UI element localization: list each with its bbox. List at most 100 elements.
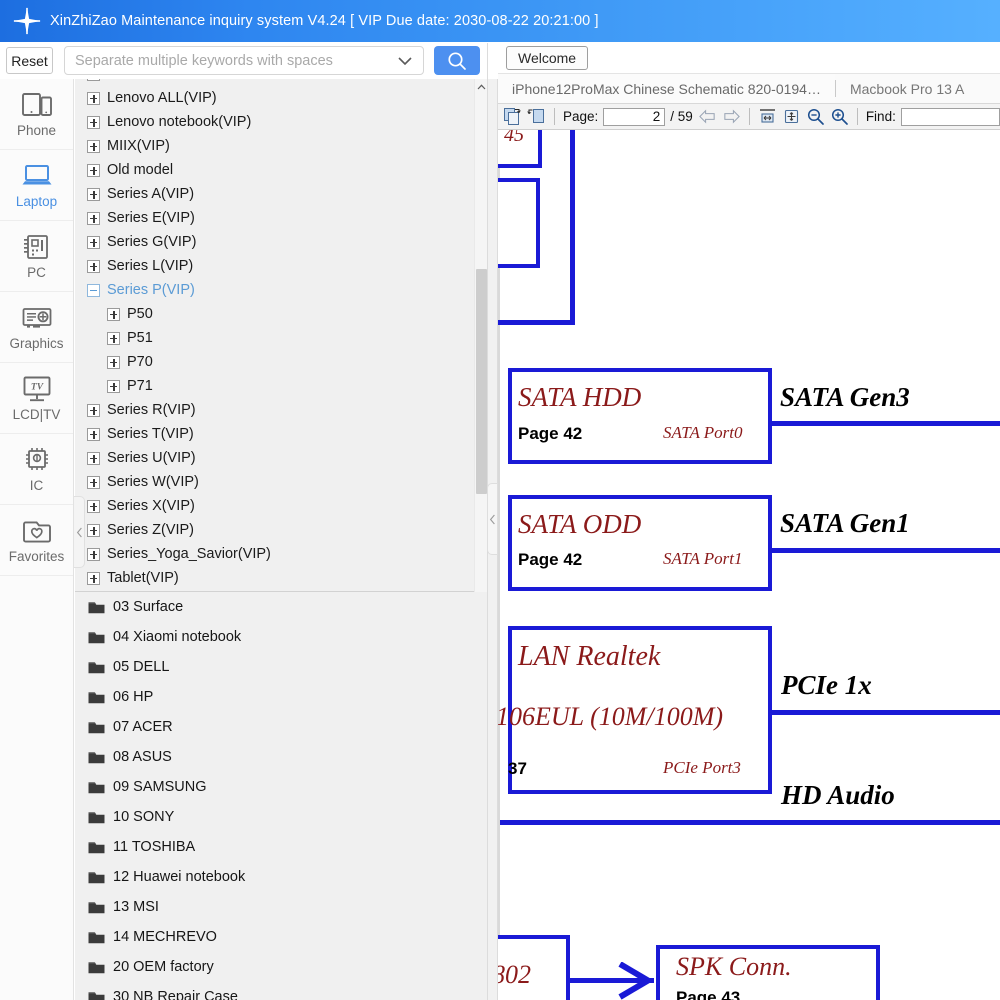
page-label: Page: xyxy=(563,109,599,124)
expand-plus-icon[interactable] xyxy=(87,403,100,417)
rail-item-pc[interactable]: PC xyxy=(0,221,73,292)
expand-plus-icon[interactable] xyxy=(87,523,100,537)
schematic-block-port: PCIe Port3 xyxy=(663,758,741,777)
search-history-dropdown[interactable] xyxy=(387,47,423,74)
expand-plus-icon[interactable] xyxy=(107,331,120,345)
expander-icon[interactable] xyxy=(87,79,100,81)
rail-item-laptop[interactable]: Laptop xyxy=(0,150,73,221)
tree-scroll-up-button[interactable] xyxy=(475,79,488,94)
copy-page-icon[interactable] xyxy=(503,107,522,126)
search-input[interactable] xyxy=(65,47,387,74)
welcome-tab[interactable]: Welcome xyxy=(506,46,589,70)
tree-item-series-t-vip[interactable]: Series T(VIP) xyxy=(75,422,471,446)
tree-item-series-l-vip[interactable]: Series L(VIP) xyxy=(75,254,471,278)
tree-item-lenovo-notebook-vip[interactable]: Lenovo notebook(VIP) xyxy=(75,110,471,134)
folder-item-11-toshiba[interactable]: 11 TOSHIBA xyxy=(75,832,487,862)
expand-plus-icon[interactable] xyxy=(87,499,100,513)
expand-plus-icon[interactable] xyxy=(87,187,100,201)
tree-item-series-p-vip[interactable]: Series P(VIP) xyxy=(75,278,471,302)
tree-item-old-model[interactable]: Old model xyxy=(75,158,471,182)
expand-plus-icon[interactable] xyxy=(87,91,100,105)
expand-plus-icon[interactable] xyxy=(107,379,120,393)
tree-scrollbar[interactable] xyxy=(474,79,487,592)
expand-plus-icon[interactable] xyxy=(87,139,100,153)
expand-plus-icon[interactable] xyxy=(87,163,100,177)
folder-item-12-huawei-notebook[interactable]: 12 Huawei notebook xyxy=(75,862,487,892)
pdf-viewport[interactable]: 45 SATA HDD Page 42 SATA Port0 SATA Gen3… xyxy=(498,130,1000,1000)
folder-item-09-samsung[interactable]: 09 SAMSUNG xyxy=(75,772,487,802)
reset-button[interactable]: Reset xyxy=(6,47,53,74)
tree-item-p71[interactable]: P71 xyxy=(75,374,471,398)
device-tree-list[interactable]: Lenovo ALL(VIP) Lenovo notebook(VIP) MIIX(… xyxy=(75,79,471,591)
document-collapse-handle[interactable] xyxy=(487,483,498,555)
fit-width-icon[interactable] xyxy=(758,107,777,126)
folder-item-label: 20 OEM factory xyxy=(113,959,214,975)
find-input[interactable] xyxy=(900,107,1000,126)
folder-item-20-oem-factory[interactable]: 20 OEM factory xyxy=(75,952,487,982)
tree-scrollbar-thumb[interactable] xyxy=(476,269,487,494)
folder-item-04-xiaomi-notebook[interactable]: 04 Xiaomi notebook xyxy=(75,622,487,652)
tree-item-label: P70 xyxy=(127,354,153,370)
tree-item-tablet-vip[interactable]: Tablet(VIP) xyxy=(75,566,471,590)
expand-plus-icon[interactable] xyxy=(87,115,100,129)
collapse-minus-icon[interactable] xyxy=(87,283,100,297)
expand-plus-icon[interactable] xyxy=(107,355,120,369)
tree-item-p70[interactable]: P70 xyxy=(75,350,471,374)
zoom-out-icon[interactable] xyxy=(806,107,825,126)
folder-item-05-dell[interactable]: 05 DELL xyxy=(75,652,487,682)
tree-item-lenovo-all-vip[interactable]: Lenovo ALL(VIP) xyxy=(75,86,471,110)
folder-item-07-acer[interactable]: 07 ACER xyxy=(75,712,487,742)
tree-item-series-g-vip[interactable]: Series G(VIP) xyxy=(75,230,471,254)
folder-item-08-asus[interactable]: 08 ASUS xyxy=(75,742,487,772)
expand-plus-icon[interactable] xyxy=(87,427,100,441)
folder-item-13-msi[interactable]: 13 MSI xyxy=(75,892,487,922)
expand-plus-icon[interactable] xyxy=(87,235,100,249)
toolbar-divider xyxy=(856,108,858,125)
tree-item-clipped[interactable] xyxy=(75,79,471,86)
folder-item-03-surface[interactable]: 03 Surface xyxy=(75,592,487,622)
fit-page-icon[interactable] xyxy=(782,107,801,126)
arrow-right-icon[interactable] xyxy=(722,107,741,126)
snapshot-page-icon[interactable] xyxy=(527,107,546,126)
search-box[interactable] xyxy=(64,46,424,75)
folder-item-14-mechrevo[interactable]: 14 MECHREVO xyxy=(75,922,487,952)
tree-item-series-yoga-savior-vip[interactable]: Series_Yoga_Savior(VIP) xyxy=(75,542,471,566)
folder-item-10-sony[interactable]: 10 SONY xyxy=(75,802,487,832)
chevron-up-icon xyxy=(477,83,486,89)
rail-collapse-handle[interactable] xyxy=(74,496,85,568)
tree-item-label: P50 xyxy=(127,306,153,322)
zoom-in-icon[interactable] xyxy=(830,107,849,126)
expand-plus-icon[interactable] xyxy=(107,307,120,321)
expand-plus-icon[interactable] xyxy=(87,451,100,465)
tree-item-miix-vip[interactable]: MIIX(VIP) xyxy=(75,134,471,158)
folder-item-06-hp[interactable]: 06 HP xyxy=(75,682,487,712)
tree-item-label: P51 xyxy=(127,330,153,346)
rail-item-graphics[interactable]: Graphics xyxy=(0,292,73,363)
tree-item-series-w-vip[interactable]: Series W(VIP) xyxy=(75,470,471,494)
tree-item-series-x-vip[interactable]: Series X(VIP) xyxy=(75,494,471,518)
expand-plus-icon[interactable] xyxy=(87,547,100,561)
page-number-input[interactable]: 2 xyxy=(603,107,666,126)
arrow-left-icon[interactable] xyxy=(698,107,717,126)
rail-item-phone[interactable]: Phone xyxy=(0,79,73,150)
rail-label: Graphics xyxy=(9,336,64,351)
expand-plus-icon[interactable] xyxy=(87,211,100,225)
expand-plus-icon[interactable] xyxy=(87,259,100,273)
brand-folder-list[interactable]: 03 Surface 04 Xiaomi notebook 05 DELL 06 HP… xyxy=(75,592,487,1000)
tree-item-series-z-vip[interactable]: Series Z(VIP) xyxy=(75,518,471,542)
tree-item-series-r-vip[interactable]: Series R(VIP) xyxy=(75,398,471,422)
search-button[interactable] xyxy=(434,46,480,75)
rail-item-lcdtv[interactable]: TV LCD|TV xyxy=(0,363,73,434)
folder-item-30-nb-repair-case[interactable]: 30 NB Repair Case xyxy=(75,982,487,1000)
rail-item-favorites[interactable]: Favorites xyxy=(0,505,73,576)
tree-item-p51[interactable]: P51 xyxy=(75,326,471,350)
tab-iphone12promax-schematic[interactable]: iPhone12ProMax Chinese Schematic 820-019… xyxy=(498,74,835,103)
tree-item-series-u-vip[interactable]: Series U(VIP) xyxy=(75,446,471,470)
expand-plus-icon[interactable] xyxy=(87,571,100,585)
tab-macbook-pro-13[interactable]: Macbook Pro 13 A xyxy=(835,74,979,103)
rail-item-ic[interactable]: IC xyxy=(0,434,73,505)
tree-item-series-e-vip[interactable]: Series E(VIP) xyxy=(75,206,471,230)
expand-plus-icon[interactable] xyxy=(87,475,100,489)
tree-item-series-a-vip[interactable]: Series A(VIP) xyxy=(75,182,471,206)
tree-item-p50[interactable]: P50 xyxy=(75,302,471,326)
